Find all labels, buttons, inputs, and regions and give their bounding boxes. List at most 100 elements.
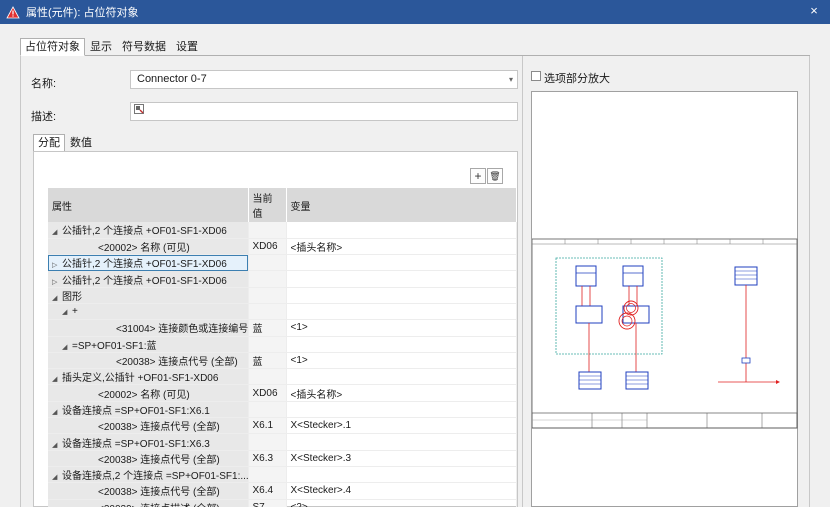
tab-symbol-data[interactable]: 符号数据 — [117, 38, 171, 56]
header-variable[interactable]: 变量 — [286, 188, 517, 222]
variable-cell[interactable] — [286, 433, 517, 451]
variable-cell[interactable] — [286, 401, 517, 419]
table-row[interactable]: ◢ 图形 — [48, 287, 517, 304]
multilanguage-icon[interactable] — [134, 104, 144, 114]
current-value-cell[interactable] — [248, 254, 287, 272]
property-cell[interactable]: ◢ 设备连接点,2 个连接点 =SP+OF01-SF1:... — [48, 466, 249, 484]
table-row[interactable]: ▷ 公插针,2 个连接点 +OF01-SF1-XD06 — [48, 270, 517, 288]
variable-cell[interactable] — [286, 466, 517, 484]
close-button[interactable]: × — [806, 3, 822, 19]
current-value-cell[interactable] — [248, 270, 287, 288]
variable-cell[interactable] — [286, 270, 517, 288]
table-row[interactable]: ◢ 插头定义,公插针 +OF01-SF1-XD06 — [48, 368, 517, 386]
property-cell[interactable]: <20038> 连接点代号 (全部) — [48, 482, 249, 500]
table-row[interactable]: ◢ 设备连接点 =SP+OF01-SF1:X6.3 — [48, 433, 517, 451]
table-row[interactable]: ▷ 公插针,2 个连接点 +OF01-SF1-XD06 — [48, 254, 517, 272]
current-value-cell[interactable]: X6.1 — [248, 417, 287, 435]
description-field[interactable] — [130, 102, 518, 121]
expand-toggle-icon[interactable]: ◢ — [52, 228, 62, 236]
expand-toggle-icon[interactable]: ◢ — [52, 294, 62, 302]
current-value-cell[interactable] — [248, 368, 287, 386]
current-value-cell[interactable]: XD06 — [248, 384, 287, 402]
table-row[interactable]: ◢ 设备连接点 =SP+OF01-SF1:X6.1 — [48, 401, 517, 419]
expand-toggle-icon[interactable]: ▷ — [52, 261, 62, 269]
expand-toggle-icon[interactable]: ◢ — [62, 343, 72, 351]
property-cell[interactable]: ◢ 公插针,2 个连接点 +OF01-SF1-XD06 — [48, 222, 249, 239]
table-row[interactable]: <20038> 连接点代号 (全部) X6.4 X<Stecker>.4 — [48, 482, 517, 500]
tab-assignment[interactable]: 分配 — [33, 134, 65, 152]
table-row[interactable]: ◢ 公插针,2 个连接点 +OF01-SF1-XD06 — [48, 222, 517, 239]
variable-cell[interactable]: X<Stecker>.1 — [286, 417, 517, 435]
variable-cell[interactable]: <2> — [286, 499, 517, 507]
variable-cell[interactable] — [286, 254, 517, 272]
current-value-cell[interactable]: XD06 — [248, 238, 287, 256]
property-label: 插头定义,公插针 +OF01-SF1-XD06 — [62, 373, 219, 385]
tab-display[interactable]: 显示 — [85, 38, 117, 56]
expand-toggle-icon[interactable]: ◢ — [52, 441, 62, 449]
delete-button[interactable]: 🗑 — [487, 168, 503, 184]
expand-toggle-icon[interactable]: ◢ — [52, 375, 62, 383]
tab-placeholder-object[interactable]: 占位符对象 — [20, 38, 85, 56]
variable-cell[interactable]: X<Stecker>.3 — [286, 450, 517, 467]
zoom-checkbox[interactable] — [531, 71, 541, 81]
current-value-cell[interactable] — [248, 287, 287, 304]
current-value-cell[interactable] — [248, 336, 287, 353]
table-row[interactable]: <20038> 连接点代号 (全部) 蓝 <1> — [48, 352, 517, 370]
current-value-cell[interactable]: X6.3 — [248, 450, 287, 467]
property-cell[interactable]: ◢ 图形 — [48, 287, 249, 304]
variable-cell[interactable]: <1> — [286, 352, 517, 370]
table-row[interactable]: ◢ + — [48, 303, 517, 321]
header-current-value[interactable]: 当前值 — [248, 188, 287, 222]
expand-toggle-icon[interactable]: ◢ — [52, 408, 62, 416]
property-cell[interactable]: ◢ + — [48, 303, 249, 321]
property-cell[interactable]: ◢ 设备连接点 =SP+OF01-SF1:X6.1 — [48, 401, 249, 419]
property-cell[interactable]: <31004> 连接颜色或连接编号 — [48, 319, 249, 337]
variable-cell[interactable]: <插头名称> — [286, 384, 517, 402]
property-cell[interactable]: <20039> 连接点描述 (全部) — [48, 499, 249, 507]
current-value-cell[interactable]: S7 — [248, 499, 287, 507]
variable-cell[interactable] — [286, 303, 517, 321]
current-value-cell[interactable] — [248, 466, 287, 484]
table-row[interactable]: <31004> 连接颜色或连接编号蓝 <1> — [48, 319, 517, 337]
expand-toggle-icon[interactable]: ◢ — [52, 473, 62, 481]
variable-cell[interactable]: <1> — [286, 319, 517, 337]
table-row[interactable]: <20038> 连接点代号 (全部) X6.1 X<Stecker>.1 — [48, 417, 517, 435]
property-cell[interactable]: ▷ 公插针,2 个连接点 +OF01-SF1-XD06 — [48, 270, 249, 288]
property-cell[interactable]: <20002> 名称 (可见) — [48, 238, 249, 256]
current-value-cell[interactable] — [248, 303, 287, 321]
table-row[interactable]: <20002> 名称 (可见) XD06 <插头名称> — [48, 384, 517, 402]
table-row[interactable]: ◢ =SP+OF01-SF1:蓝 — [48, 336, 517, 353]
name-combobox[interactable]: Connector 0-7 ▾ — [130, 70, 518, 89]
table-row[interactable]: <20038> 连接点代号 (全部) X6.3 X<Stecker>.3 — [48, 450, 517, 467]
current-value-cell[interactable]: X6.4 — [248, 482, 287, 500]
table-row[interactable]: <20002> 名称 (可见) XD06 <插头名称> — [48, 238, 517, 256]
variable-cell[interactable]: <插头名称> — [286, 238, 517, 256]
variable-cell[interactable]: X<Stecker>.4 — [286, 482, 517, 500]
expand-toggle-icon[interactable]: ◢ — [62, 308, 72, 316]
current-value-cell[interactable] — [248, 222, 287, 239]
table-row[interactable]: <20039> 连接点描述 (全部)S7<2> — [48, 499, 517, 507]
chevron-down-icon[interactable]: ▾ — [509, 75, 513, 84]
header-property[interactable]: 属性 — [48, 188, 249, 222]
variable-cell[interactable] — [286, 368, 517, 386]
table-row[interactable]: ◢ 设备连接点,2 个连接点 =SP+OF01-SF1:... — [48, 466, 517, 484]
tab-values[interactable]: 数值 — [65, 134, 97, 152]
add-button[interactable]: + — [470, 168, 486, 184]
property-cell[interactable]: <20038> 连接点代号 (全部) — [48, 450, 249, 467]
expand-toggle-icon[interactable]: ▷ — [52, 278, 62, 286]
variable-cell[interactable] — [286, 336, 517, 353]
current-value-cell[interactable] — [248, 401, 287, 419]
property-cell[interactable]: ▷ 公插针,2 个连接点 +OF01-SF1-XD06 — [48, 254, 249, 272]
property-cell[interactable]: ◢ 设备连接点 =SP+OF01-SF1:X6.3 — [48, 433, 249, 451]
property-cell[interactable]: ◢ =SP+OF01-SF1:蓝 — [48, 336, 249, 353]
property-cell[interactable]: ◢ 插头定义,公插针 +OF01-SF1-XD06 — [48, 368, 249, 386]
variable-cell[interactable] — [286, 222, 517, 239]
current-value-cell[interactable]: 蓝 — [248, 319, 287, 337]
variable-cell[interactable] — [286, 287, 517, 304]
property-cell[interactable]: <20038> 连接点代号 (全部) — [48, 417, 249, 435]
current-value-cell[interactable] — [248, 433, 287, 451]
property-cell[interactable]: <20038> 连接点代号 (全部) — [48, 352, 249, 370]
tab-settings[interactable]: 设置 — [171, 38, 203, 56]
property-cell[interactable]: <20002> 名称 (可见) — [48, 384, 249, 402]
current-value-cell[interactable]: 蓝 — [248, 352, 287, 370]
